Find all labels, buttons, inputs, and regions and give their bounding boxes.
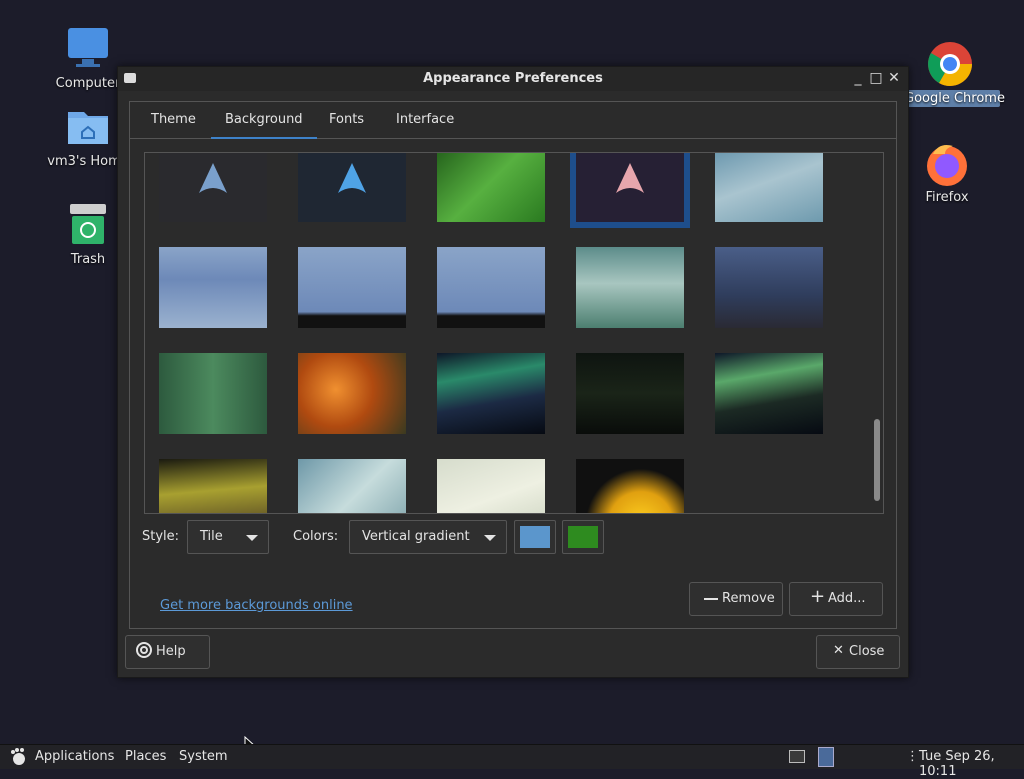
taskbar: Applications Places System ⋮ Tue Sep 26,… [0, 744, 1024, 779]
help-icon [136, 642, 152, 662]
show-desktop-icon[interactable] [789, 750, 805, 763]
tab-fonts[interactable]: Fonts [329, 112, 364, 127]
background-thumbnail[interactable] [437, 459, 545, 513]
background-thumbnail-grid[interactable] [144, 152, 884, 514]
minus-icon [704, 598, 718, 600]
help-label: Help [156, 644, 186, 659]
close-label: Close [849, 644, 885, 659]
background-thumbnail[interactable] [715, 247, 823, 328]
background-thumbnail[interactable] [298, 153, 406, 222]
background-thumbnail[interactable] [437, 353, 545, 434]
remove-button[interactable]: Remove [689, 582, 783, 616]
tab-bar: Theme Background Fonts Interface [130, 102, 896, 139]
appearance-preferences-window: Appearance Preferences _ □ ✕ Theme Backg… [117, 66, 909, 678]
background-thumbnail[interactable] [715, 353, 823, 434]
add-button[interactable]: + Add... [789, 582, 883, 616]
background-thumbnail[interactable] [437, 153, 545, 222]
colors-dropdown[interactable]: Vertical gradient [349, 520, 507, 554]
desktop-icon-label: Firefox [925, 190, 969, 205]
tab-theme[interactable]: Theme [151, 112, 196, 127]
tab-background[interactable]: Background [211, 112, 317, 139]
style-dropdown[interactable]: Tile [187, 520, 269, 554]
desktop-icon-firefox[interactable]: Firefox [905, 140, 989, 205]
tab-interface[interactable]: Interface [396, 112, 454, 127]
primary-color-swatch [520, 526, 550, 548]
secondary-color-swatch [568, 526, 598, 548]
system-menu[interactable]: System [179, 749, 227, 764]
background-thumbnail[interactable] [159, 459, 267, 513]
style-colors-row: Style: Tile Colors: Vertical gradient [142, 520, 896, 554]
applications-menu[interactable]: Applications [35, 749, 114, 764]
close-button[interactable]: ✕ Close [816, 635, 900, 669]
menu-dots-icon[interactable]: ⋮ [906, 749, 919, 764]
secondary-color-button[interactable] [562, 520, 604, 554]
background-thumbnail[interactable] [159, 247, 267, 328]
primary-color-button[interactable] [514, 520, 556, 554]
home-folder-icon [64, 104, 112, 152]
desktop-icon-chrome[interactable]: Google Chrome [900, 40, 1005, 107]
style-value: Tile [200, 529, 223, 544]
colors-value: Vertical gradient [362, 529, 470, 544]
window-title: Appearance Preferences [423, 71, 603, 86]
places-menu[interactable]: Places [125, 749, 166, 764]
workspace-icon[interactable] [818, 747, 834, 767]
grid-scrollbar[interactable] [874, 419, 880, 501]
chrome-icon [926, 40, 974, 88]
remove-label: Remove [722, 591, 775, 606]
close-window-icon[interactable]: ✕ [886, 70, 902, 86]
add-label: Add... [828, 591, 866, 606]
background-thumbnail[interactable] [298, 353, 406, 434]
chevron-down-icon [484, 535, 496, 541]
colors-label: Colors: [293, 529, 339, 544]
background-thumbnail-selected[interactable] [570, 153, 690, 228]
maximize-icon[interactable]: □ [868, 70, 884, 86]
firefox-icon [923, 140, 971, 188]
close-icon: ✕ [833, 643, 844, 658]
background-thumbnail[interactable] [298, 459, 406, 513]
desktop-icon-label: Google Chrome [900, 90, 1005, 107]
chevron-down-icon [246, 535, 258, 541]
style-label: Style: [142, 529, 180, 544]
help-button[interactable]: Help [125, 635, 210, 669]
title-bar[interactable]: Appearance Preferences _ □ ✕ [118, 67, 908, 91]
gnome-foot-icon[interactable] [8, 747, 28, 771]
background-thumbnail[interactable] [576, 353, 684, 434]
background-thumbnail[interactable] [576, 459, 684, 513]
plus-icon: + [810, 586, 826, 607]
computer-icon [64, 26, 112, 74]
background-thumbnail[interactable] [576, 247, 684, 328]
get-more-backgrounds-link[interactable]: Get more backgrounds online [160, 598, 353, 613]
minimize-icon[interactable]: _ [850, 70, 866, 86]
background-thumbnail[interactable] [715, 153, 823, 222]
background-thumbnail[interactable] [437, 247, 545, 328]
trash-icon [64, 202, 112, 250]
background-thumbnail[interactable] [298, 247, 406, 328]
tab-panel: Theme Background Fonts Interface Style: … [129, 101, 897, 629]
background-thumbnail[interactable] [159, 353, 267, 434]
clock[interactable]: Tue Sep 26, 10:11 [919, 749, 1024, 779]
background-thumbnail[interactable] [159, 153, 267, 222]
